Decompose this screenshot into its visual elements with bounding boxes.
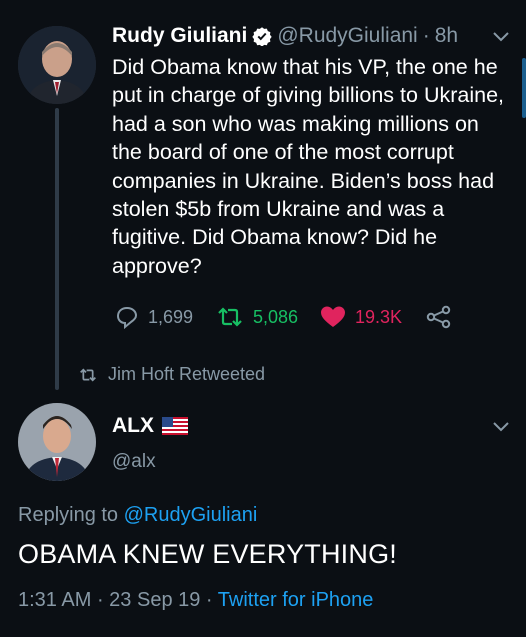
like-count: 19.3K — [355, 306, 403, 327]
author-handle[interactable]: @RudyGiuliani — [277, 24, 417, 48]
avatar-alx[interactable] — [18, 403, 96, 481]
share-button[interactable] — [426, 305, 452, 329]
avatar-image — [18, 403, 96, 481]
retweet-icon — [218, 307, 242, 327]
verified-icon — [252, 27, 273, 46]
tweet-meta: 1:31 AM · 23 Sep 19 · Twitter for iPhone — [18, 589, 373, 612]
chevron-down-icon[interactable] — [492, 420, 510, 434]
replying-to: Replying to @RudyGiuliani — [18, 504, 257, 527]
tweet-age[interactable]: 8h — [435, 24, 458, 48]
tweet-date[interactable]: 23 Sep 19 — [109, 589, 200, 611]
tweet-source-link[interactable]: Twitter for iPhone — [218, 589, 374, 611]
retweet-notice[interactable]: Jim Hoft Retweeted — [78, 364, 265, 385]
meta-separator: · — [91, 589, 110, 611]
reply-text: OBAMA KNEW EVERYTHING! — [18, 539, 397, 569]
reply-author-name[interactable]: ALX — [112, 414, 154, 438]
us-flag-icon — [162, 417, 188, 435]
heart-icon — [321, 306, 345, 327]
tweet-header: Rudy Giuliani @RudyGiuliani · 8h — [112, 24, 458, 48]
tweet-text: Did Obama know that his VP, the one he p… — [112, 55, 504, 278]
separator: · — [422, 24, 430, 47]
reply-icon — [116, 306, 138, 329]
reply-count: 1,699 — [148, 306, 194, 327]
avatar-image — [18, 26, 96, 104]
reply-button[interactable]: 1,699 — [115, 305, 193, 329]
retweet-small-icon — [80, 367, 96, 382]
scrollbar[interactable] — [522, 58, 526, 118]
retweet-count: 5,086 — [253, 306, 299, 327]
reply-author-handle[interactable]: @alx — [112, 451, 156, 473]
retweet-button[interactable]: 5,086 — [216, 305, 298, 329]
author-name[interactable]: Rudy Giuliani — [112, 24, 247, 48]
share-icon — [426, 305, 451, 329]
retweet-notice-label: Jim Hoft Retweeted — [108, 364, 266, 384]
avatar-rudy[interactable] — [18, 26, 96, 104]
like-button[interactable]: 19.3K — [320, 305, 402, 329]
meta-separator: · — [200, 589, 218, 611]
replying-to-prefix: Replying to — [18, 504, 124, 526]
tweet-time[interactable]: 1:31 AM — [18, 589, 91, 611]
thread-line — [55, 108, 59, 390]
chevron-down-icon[interactable] — [492, 30, 510, 44]
reply-header: ALX — [112, 414, 188, 438]
replying-to-link[interactable]: @RudyGiuliani — [124, 504, 258, 526]
